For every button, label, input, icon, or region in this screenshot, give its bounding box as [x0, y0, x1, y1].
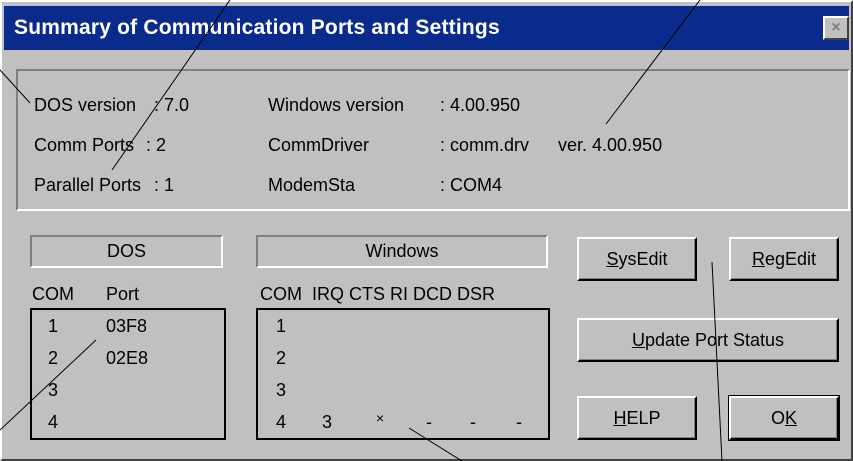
dos-row-com: 4	[48, 412, 59, 432]
win-row-dcd: -	[470, 412, 476, 432]
comm-ports-value: : 2	[146, 135, 167, 155]
win-row-dsr: -	[516, 412, 522, 432]
sysedit-button[interactable]: SysEdit	[577, 237, 697, 281]
dos-row-port: 02E8	[106, 348, 149, 368]
title-bar[interactable]: Summary of Communication Ports and Setti…	[4, 6, 849, 50]
window-title: Summary of Communication Ports and Setti…	[14, 16, 500, 39]
dos-row-com: 1	[48, 316, 59, 336]
ok-mnemonic: K	[785, 407, 798, 428]
win-row-com: 2	[276, 348, 287, 368]
close-button[interactable]: ×	[823, 16, 849, 40]
regedit-label: egEdit	[764, 248, 817, 269]
dos-version-label: DOS version	[34, 95, 137, 115]
dos-row-com: 3	[48, 380, 59, 400]
comm-ports-label: Comm Ports	[34, 135, 135, 155]
win-row-cts: ×	[376, 410, 385, 426]
windows-columns: COM IRQ CTS RI DCD DSR	[260, 284, 496, 304]
parallel-ports-label: Parallel Ports	[34, 175, 142, 195]
system-info-panel: DOS version : 7.0 Comm Ports : 2 Paralle…	[16, 69, 850, 211]
dos-version-value: : 7.0	[154, 95, 190, 115]
modem-sta-value: : COM4	[440, 175, 503, 195]
modem-sta-label: ModemSta	[268, 175, 356, 195]
dos-col-port: Port	[106, 284, 140, 304]
ok-label: O	[770, 407, 785, 428]
update-label: pdate Port Status	[644, 329, 785, 350]
update-port-status-button[interactable]: Update Port Status	[577, 318, 839, 362]
help-mnemonic: H	[613, 407, 627, 428]
win-row-com: 3	[276, 380, 287, 400]
win-row-com: 1	[276, 316, 287, 336]
dos-header: DOS	[30, 235, 223, 268]
comm-driver-version: ver. 4.00.950	[558, 135, 663, 155]
dialog-window: Summary of Communication Ports and Setti…	[0, 0, 853, 461]
sysedit-mnemonic: S	[606, 248, 619, 269]
windows-version-value: : 4.00.950	[440, 95, 521, 115]
sysedit-label: ysEdit	[618, 248, 668, 269]
ok-button[interactable]: OK	[728, 395, 840, 441]
win-row-irq: 3	[322, 412, 333, 432]
parallel-ports-value: : 1	[154, 175, 175, 195]
regedit-mnemonic: R	[751, 248, 765, 269]
dos-row-com: 2	[48, 348, 59, 368]
dos-col-com: COM	[32, 284, 74, 304]
help-label: ELP	[626, 407, 661, 428]
comm-driver-value: : comm.drv	[440, 135, 530, 155]
win-row-com: 4	[276, 412, 287, 432]
update-mnemonic: U	[631, 329, 645, 350]
dos-port-list[interactable]: 1 03F8 2 02E8 3 4	[30, 308, 226, 440]
close-icon: ×	[831, 19, 841, 36]
win-row-ri: -	[426, 412, 432, 432]
comm-driver-label: CommDriver	[268, 135, 369, 155]
windows-header: Windows	[256, 235, 548, 268]
dos-row-port: 03F8	[106, 316, 148, 336]
windows-port-list[interactable]: 1 2 3 4 3 × - - -	[256, 308, 550, 440]
help-button[interactable]: H ELP	[577, 396, 697, 440]
windows-version-label: Windows version	[268, 95, 405, 115]
regedit-button[interactable]: RegEdit	[729, 237, 839, 281]
